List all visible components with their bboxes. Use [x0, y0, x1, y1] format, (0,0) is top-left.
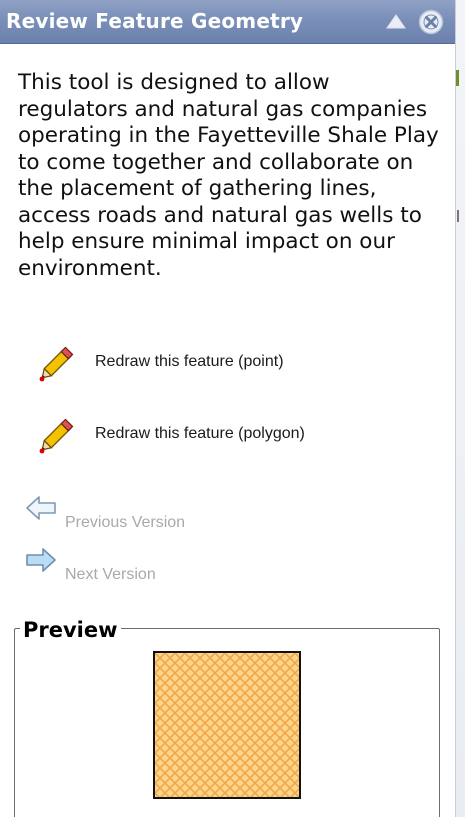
- arrow-left-icon: [26, 496, 56, 520]
- next-version-label: Next Version: [65, 566, 156, 583]
- panel-title-bar[interactable]: Review Feature Geometry: [0, 0, 455, 44]
- collapse-button[interactable]: [384, 10, 408, 34]
- redraw-polygon-button[interactable]: Redraw this feature (polygon): [30, 413, 410, 457]
- previous-version-button[interactable]: Previous Version: [22, 494, 252, 538]
- pencil-icon: [39, 346, 74, 382]
- redraw-point-button[interactable]: Redraw this feature (point): [30, 341, 410, 385]
- previous-version-label: Previous Version: [65, 514, 186, 531]
- panel-title: Review Feature Geometry: [6, 9, 304, 33]
- next-version-button[interactable]: Next Version: [22, 546, 252, 590]
- crosshatch-pattern: [155, 653, 299, 797]
- tool-description: This tool is designed to allow regulator…: [18, 70, 439, 281]
- pencil-icon: [39, 418, 74, 454]
- circle-x-icon: [418, 9, 444, 35]
- map-edge-detail: [457, 210, 459, 222]
- triangle-up-icon: [386, 14, 406, 29]
- redraw-polygon-label: Redraw this feature (polygon): [95, 425, 305, 442]
- redraw-point-label: Redraw this feature (point): [95, 353, 284, 370]
- review-feature-geometry-panel: Review Feature Geometry This tool is des…: [0, 0, 456, 817]
- close-button[interactable]: [417, 8, 445, 36]
- map-edge-detail: [456, 70, 459, 86]
- preview-legend: Preview: [20, 618, 121, 642]
- map-edge: [456, 0, 465, 817]
- preview-swatch: [153, 651, 301, 799]
- arrow-right-icon: [26, 548, 56, 572]
